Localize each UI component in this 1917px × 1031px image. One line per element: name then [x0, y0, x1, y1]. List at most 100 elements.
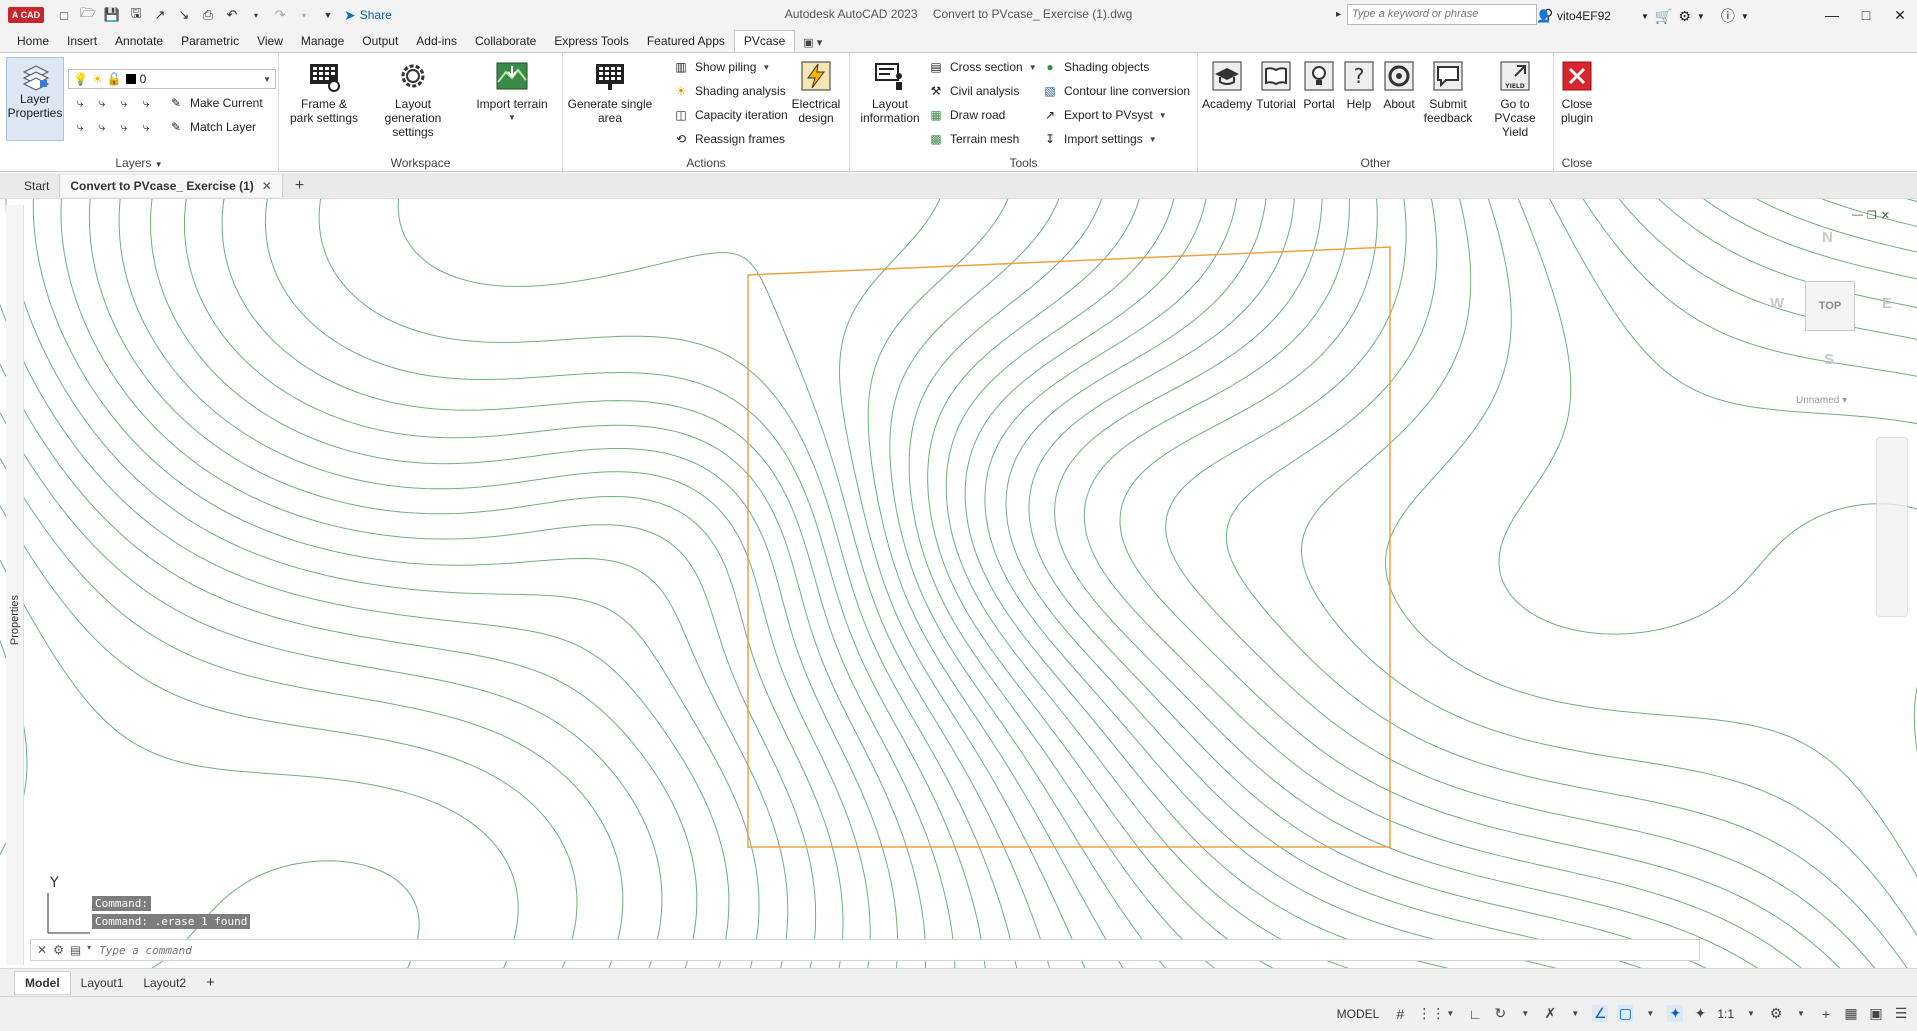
tab-pvcase[interactable]: PVcase	[733, 30, 796, 52]
grid-icon[interactable]: #	[1392, 1006, 1408, 1022]
layer-freeze-tool-icon[interactable]: ⤷	[116, 95, 132, 111]
close-icon[interactable]: ✕	[1883, 0, 1917, 30]
new-file-icon[interactable]: □	[54, 5, 74, 25]
viewcube-north[interactable]: N	[1822, 229, 1833, 246]
close-tab-icon[interactable]: ✕	[262, 179, 272, 193]
layout-information-button[interactable]: Layout information	[854, 59, 926, 125]
isodraft-dropdown-icon[interactable]: ▼	[1567, 1009, 1583, 1018]
annotation-visibility-icon[interactable]: ✦	[1667, 1005, 1684, 1022]
object-snap-tracking-icon[interactable]: ∠	[1592, 1005, 1609, 1022]
draw-road-button[interactable]: ▦ Draw road	[928, 107, 1005, 123]
save-icon[interactable]: 💾	[102, 5, 122, 25]
snap-dropdown-icon[interactable]: ▼	[1442, 1009, 1458, 1018]
customize-qat-icon[interactable]: ▼	[318, 5, 338, 25]
isolate-objects-icon[interactable]: ▦	[1843, 1005, 1859, 1022]
layer-unlock-icon[interactable]: ⤷	[138, 119, 154, 135]
tab-active-document[interactable]: Convert to PVcase_ Exercise (1) ✕	[59, 174, 283, 197]
layer-isolate-icon[interactable]: ⤷	[72, 95, 88, 111]
cross-section-button[interactable]: ▤ Cross section ▼	[928, 59, 1036, 75]
command-input[interactable]	[99, 943, 700, 957]
tab-manage[interactable]: Manage	[292, 31, 353, 52]
user-dropdown-icon[interactable]: ▼	[1641, 12, 1649, 21]
auto-scale-icon[interactable]: ✦	[1692, 1005, 1708, 1022]
properties-palette-strip[interactable]: Properties	[6, 205, 24, 965]
capacity-iteration-button[interactable]: ◫ Capacity iteration	[673, 107, 787, 123]
tutorial-button[interactable]: Tutorial	[1254, 59, 1298, 111]
save-as-icon[interactable]: 🖫	[126, 5, 146, 25]
academy-button[interactable]: Academy	[1202, 59, 1252, 111]
viewport-minimize-icon[interactable]: —	[1852, 209, 1863, 222]
portal-button[interactable]: Portal	[1298, 59, 1340, 111]
command-recent-dropdown-icon[interactable]: ▾	[87, 943, 91, 957]
tab-parametric[interactable]: Parametric	[172, 31, 248, 52]
layer-dropdown[interactable]: 💡 ☀ 🔓 0 ▼	[68, 69, 276, 89]
layer-lock-tool-icon[interactable]: ⤷	[138, 95, 154, 111]
layer-on-tool-icon[interactable]: ⤷	[94, 119, 110, 135]
civil-analysis-button[interactable]: ⚒ Civil analysis	[928, 83, 1020, 99]
viewcube-top-face[interactable]: TOP	[1805, 281, 1855, 331]
layer-off-icon[interactable]: ⤷	[94, 95, 110, 111]
open-folder-icon[interactable]: 🗁	[78, 5, 98, 25]
tab-featured-apps[interactable]: Featured Apps	[638, 31, 734, 52]
tab-annotate[interactable]: Annotate	[106, 31, 172, 52]
export-icon[interactable]: ↘	[174, 5, 194, 25]
chevron-right-icon[interactable]: ▸	[1336, 9, 1341, 20]
viewcube-east[interactable]: E	[1882, 295, 1892, 312]
ucs-menu[interactable]: Unnamed ▾	[1796, 395, 1847, 406]
viewcube-west[interactable]: W	[1770, 295, 1784, 312]
layer-unisolate-icon[interactable]: ⤷	[72, 119, 88, 135]
command-customize-icon[interactable]: ⚙	[53, 943, 64, 957]
import-settings-button[interactable]: ↧ Import settings ▼	[1042, 131, 1157, 147]
connect-dropdown-icon[interactable]: ▼	[1697, 12, 1705, 21]
redo-dropdown-icon[interactable]: ▾	[294, 5, 314, 25]
shading-objects-button[interactable]: ● Shading objects	[1042, 59, 1149, 75]
tab-express-tools[interactable]: Express Tools	[545, 31, 637, 52]
fullscreen-icon[interactable]: ▣	[1868, 1005, 1884, 1022]
help-icon[interactable]: ⓘ	[1721, 6, 1735, 26]
connect-icon[interactable]: ⚙	[1678, 8, 1691, 25]
help-button[interactable]: ? Help	[1340, 59, 1378, 111]
match-layer-button[interactable]: ✎ Match Layer	[168, 119, 256, 135]
shading-analysis-button[interactable]: ☀ Shading analysis	[673, 83, 786, 99]
about-button[interactable]: About	[1378, 59, 1420, 111]
scale-dropdown-icon[interactable]: ▼	[1743, 1009, 1759, 1018]
share-button[interactable]: ➤ Share	[344, 7, 392, 24]
submit-feedback-button[interactable]: Submit feedback	[1420, 59, 1476, 125]
undo-dropdown-icon[interactable]: ▾	[246, 5, 266, 25]
panel-title-layers[interactable]: Layers ▼	[0, 156, 278, 170]
go-to-pvcase-yield-button[interactable]: YIELD Go to PVcase Yield	[1478, 59, 1552, 139]
autocad-logo[interactable]: A CAD	[8, 7, 44, 23]
viewcube-south[interactable]: S	[1824, 351, 1834, 368]
maximize-icon[interactable]: □	[1849, 0, 1883, 30]
polar-icon[interactable]: ↻	[1492, 1005, 1508, 1022]
tab-layout2[interactable]: Layout2	[133, 972, 196, 994]
generate-single-area-button[interactable]: Generate single area	[567, 59, 653, 125]
new-layout-icon[interactable]: +	[196, 970, 225, 995]
help-dropdown-icon[interactable]: ▼	[1741, 12, 1749, 21]
annotation-scale[interactable]: 1:1	[1717, 1007, 1734, 1021]
show-piling-button[interactable]: ▥ Show piling ▼	[673, 59, 770, 75]
model-space-toggle[interactable]: MODEL	[1333, 1006, 1384, 1022]
terrain-mesh-button[interactable]: ▩ Terrain mesh	[928, 131, 1019, 147]
layout-generation-settings-button[interactable]: Layout generation settings	[365, 59, 461, 139]
object-snap-dropdown-icon[interactable]: ▼	[1642, 1009, 1658, 1018]
ortho-icon[interactable]: ∟	[1467, 1006, 1483, 1022]
import-terrain-button[interactable]: Import terrain ▼	[467, 59, 557, 125]
layer-thaw-icon[interactable]: ⤷	[116, 119, 132, 135]
navigation-bar[interactable]	[1876, 437, 1908, 617]
tab-collaborate[interactable]: Collaborate	[466, 31, 545, 52]
cart-icon[interactable]: 🛒	[1655, 8, 1672, 25]
contour-line-conversion-button[interactable]: ▧ Contour line conversion	[1042, 83, 1190, 99]
layer-properties-button[interactable]: Layer Properties	[6, 57, 64, 141]
isodraft-icon[interactable]: ✗	[1542, 1005, 1558, 1022]
frame-park-settings-button[interactable]: Frame & park settings	[283, 59, 365, 125]
plot-icon[interactable]: ⎙	[198, 5, 218, 25]
undo-icon[interactable]: ↶	[222, 5, 242, 25]
electrical-design-button[interactable]: Electrical design	[785, 59, 847, 125]
workspace-dropdown-icon[interactable]: ▼	[1793, 1009, 1809, 1018]
viewcube[interactable]: N W E S TOP	[1760, 229, 1900, 379]
viewport-close-icon[interactable]: ✕	[1881, 209, 1890, 222]
make-current-button[interactable]: ✎ Make Current	[168, 95, 263, 111]
add-icon[interactable]: +	[1818, 1006, 1834, 1022]
minimize-icon[interactable]: —	[1815, 0, 1849, 30]
